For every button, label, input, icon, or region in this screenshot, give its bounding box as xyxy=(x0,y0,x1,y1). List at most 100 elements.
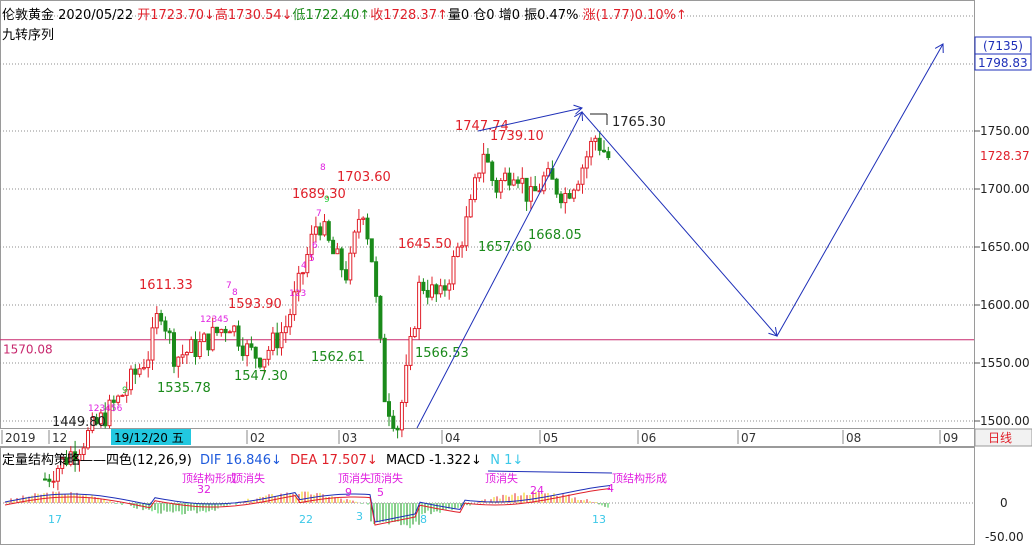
time-tick-label: 09 xyxy=(943,431,958,445)
candle-body xyxy=(116,395,121,403)
candle-body xyxy=(184,351,189,356)
candle-body xyxy=(425,289,430,298)
nine-turn-label: 123456 xyxy=(88,404,123,414)
candle-body xyxy=(189,339,194,353)
price-annotation: 1566.53 xyxy=(415,346,469,361)
candle-body xyxy=(421,281,426,291)
candle-body xyxy=(326,221,331,241)
candle-body xyxy=(206,333,211,351)
candle-body xyxy=(387,401,391,417)
price-annotation: 1593.90 xyxy=(228,297,282,312)
sub-scale-label: -50.00 xyxy=(985,530,1024,544)
n-value: N 1↓ xyxy=(490,453,524,468)
candle-body xyxy=(210,326,215,351)
time-axis: 2019 12 02 03 04 05 06 07 08 09 19/12/20 五 日线 xyxy=(1,428,1032,447)
candle-body xyxy=(365,217,370,240)
price-annotation: 1535.78 xyxy=(157,381,211,396)
nine-turn-label: 7 xyxy=(226,281,232,291)
nine-turn-label: 4 xyxy=(301,261,307,271)
time-tick-label: 07 xyxy=(741,431,756,445)
quote-date: 2020/05/22 xyxy=(58,8,134,23)
candle-body xyxy=(339,248,344,271)
close-price: 收1728.37↑ xyxy=(370,8,448,23)
candle-body xyxy=(240,345,245,357)
candle-body xyxy=(258,357,262,368)
time-tick-label: 03 xyxy=(342,431,357,445)
candle-body xyxy=(378,295,383,339)
candle-body xyxy=(352,231,357,254)
candle-body xyxy=(318,226,323,236)
candle-body xyxy=(279,332,284,349)
dif-value: DIF 16.846↓ xyxy=(200,453,282,468)
volume: 量0 xyxy=(447,8,470,23)
candle-body xyxy=(301,272,305,275)
nine-turn-label: 8 xyxy=(232,288,238,298)
candle-body xyxy=(580,167,585,185)
price-tick-label: 1650.00 xyxy=(980,240,1030,254)
price-tick-label: 1600.00 xyxy=(980,298,1030,312)
candle-body xyxy=(253,346,258,359)
candle-body xyxy=(146,359,151,369)
price-annotations: 1449.80 1611.33 1535.78 1593.90 1547.30 1689.… xyxy=(52,113,666,430)
candle-body xyxy=(331,239,336,255)
indicator-header: 定量结构策略——四色(12,26,9) DIF 16.846↓ DEA 17.5… xyxy=(2,449,523,468)
price-annotation: 1765.30 xyxy=(612,115,666,130)
time-tick-label: 06 xyxy=(641,431,656,445)
candle-body xyxy=(563,193,568,204)
open-price: 开1723.70↓ xyxy=(137,8,215,23)
nine-turn-label: 8 xyxy=(320,163,326,173)
candle-body xyxy=(313,226,318,235)
candle-body xyxy=(473,177,477,200)
time-tick-label: 08 xyxy=(846,431,861,445)
candle-body xyxy=(215,326,219,334)
price-annotation: 1611.33 xyxy=(139,278,193,293)
price-annotation: 1657.60 xyxy=(478,240,532,255)
nine-turn-label: 5 xyxy=(309,254,315,264)
indicator-marker: 顶消失 xyxy=(485,471,518,485)
candle-body xyxy=(382,337,387,403)
price-tick-label: 1700.00 xyxy=(980,182,1030,196)
cursor-date: 19/12/20 五 xyxy=(114,431,184,445)
candle-body xyxy=(494,179,499,193)
candle-body xyxy=(507,172,512,186)
candle-body xyxy=(133,368,138,375)
candle-body xyxy=(485,153,490,163)
candle-body xyxy=(270,332,275,351)
candle-body xyxy=(576,183,581,191)
price-annotation: 1562.61 xyxy=(311,350,365,365)
candle-body xyxy=(245,343,250,357)
candle-body xyxy=(283,326,288,334)
candle-body xyxy=(219,328,224,334)
candle-body xyxy=(227,331,232,334)
candle-body xyxy=(503,172,508,182)
candle-body xyxy=(520,177,525,184)
candle-body xyxy=(288,314,293,328)
candle-body xyxy=(180,354,185,358)
candle-body xyxy=(163,320,168,332)
candle-body xyxy=(176,356,181,367)
time-tick-label: 02 xyxy=(250,431,265,445)
candle-body xyxy=(223,328,228,334)
overlay-name: 九转序列 xyxy=(2,28,55,43)
price-annotation: 1449.80 xyxy=(52,415,106,430)
quote-header: 伦敦黄金 2020/05/22 开1723.70↓高1730.54↓低1722.… xyxy=(2,4,687,23)
time-tick-label: 12 xyxy=(52,431,67,445)
time-tick-label: 2019 xyxy=(5,431,36,445)
price-annotation: 1645.50 xyxy=(398,237,452,252)
indicator-marker: 顶结构形成 xyxy=(612,471,667,485)
price-annotation: 1547.30 xyxy=(234,369,288,384)
period-label[interactable]: 日线 xyxy=(988,431,1012,445)
indicator-marker: 9 xyxy=(345,486,352,499)
candle-body xyxy=(490,161,495,181)
price-annotation: 1689.30 xyxy=(292,187,346,202)
nine-turn-label: 9 xyxy=(122,386,128,396)
candle-body xyxy=(554,178,559,195)
indicator-marker: 5 xyxy=(377,486,384,499)
candle-body xyxy=(460,245,465,248)
increase: 增0 xyxy=(498,8,520,23)
candle-body xyxy=(447,283,452,291)
candle-body xyxy=(111,399,116,403)
candle-body xyxy=(275,332,280,349)
candle-body xyxy=(593,137,598,142)
nine-turn-label: 12345 xyxy=(200,315,229,325)
